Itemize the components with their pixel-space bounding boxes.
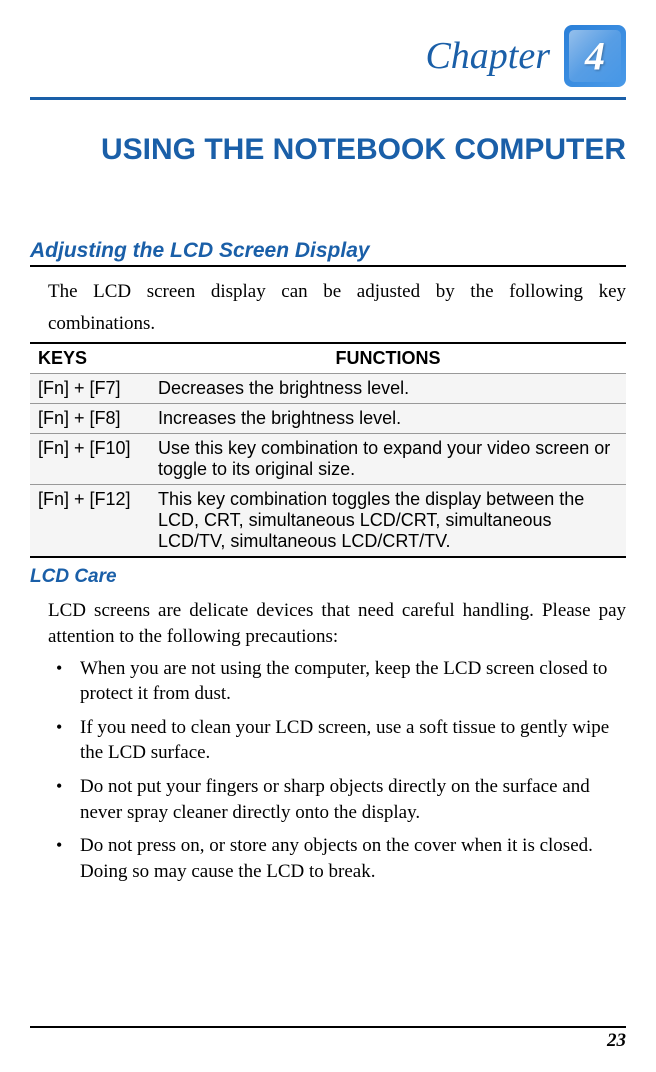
page-footer: 23	[30, 1026, 626, 1052]
header-keys: KEYS	[30, 343, 150, 374]
page-title: USING THE NOTEBOOK COMPUTER	[30, 130, 626, 169]
subsection-heading-lcd-care: LCD Care	[30, 566, 626, 588]
cell-function: This key combination toggles the display…	[150, 485, 626, 558]
section-heading-lcd-display: Adjusting the LCD Screen Display	[30, 239, 626, 267]
chapter-number-badge: 4	[564, 25, 626, 87]
cell-function: Use this key combination to expand your …	[150, 434, 626, 485]
cell-function: Increases the brightness level.	[150, 404, 626, 434]
chapter-label: Chapter	[425, 34, 550, 78]
table-row: [Fn] + [F7] Decreases the brightness lev…	[30, 374, 626, 404]
chapter-number: 4	[585, 33, 605, 80]
chapter-header: Chapter 4	[30, 25, 626, 87]
header-divider	[30, 97, 626, 100]
section1-intro-line2: combinations.	[48, 311, 626, 337]
header-functions: FUNCTIONS	[150, 343, 626, 374]
list-item: Do not put your fingers or sharp objects…	[48, 774, 626, 825]
cell-keys: [Fn] + [F7]	[30, 374, 150, 404]
cell-keys: [Fn] + [F12]	[30, 485, 150, 558]
section1-intro-line1: The LCD screen display can be adjusted b…	[48, 279, 626, 305]
table-row: [Fn] + [F8] Increases the brightness lev…	[30, 404, 626, 434]
page-number: 23	[607, 1030, 626, 1051]
table-row: [Fn] + [F10] Use this key combination to…	[30, 434, 626, 485]
list-item: If you need to clean your LCD screen, us…	[48, 715, 626, 766]
table-row: [Fn] + [F12] This key combination toggle…	[30, 485, 626, 558]
key-functions-table: KEYS FUNCTIONS [Fn] + [F7] Decreases the…	[30, 342, 626, 558]
cell-keys: [Fn] + [F8]	[30, 404, 150, 434]
list-item: Do not press on, or store any objects on…	[48, 833, 626, 884]
cell-keys: [Fn] + [F10]	[30, 434, 150, 485]
section2-intro: LCD screens are delicate devices that ne…	[48, 598, 626, 649]
cell-function: Decreases the brightness level.	[150, 374, 626, 404]
table-header-row: KEYS FUNCTIONS	[30, 343, 626, 374]
precautions-list: When you are not using the computer, kee…	[48, 656, 626, 885]
list-item: When you are not using the computer, kee…	[48, 656, 626, 707]
